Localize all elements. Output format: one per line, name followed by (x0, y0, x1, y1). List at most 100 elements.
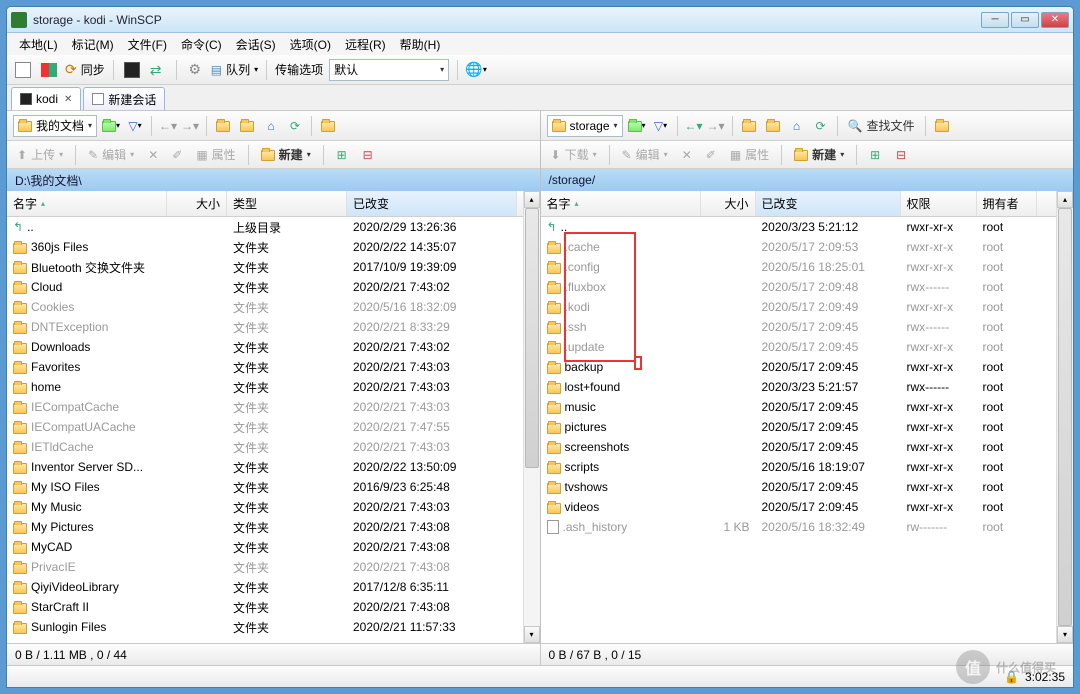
refresh-icon[interactable]: ⟳ (811, 116, 831, 136)
rename-icon[interactable]: ✐ (168, 146, 186, 164)
table-row[interactable]: My Music文件夹2020/2/21 7:43:03 (7, 497, 523, 517)
table-row[interactable]: scripts2020/5/16 18:19:07rwxr-xr-xroot (541, 457, 1057, 477)
col-owner[interactable]: 拥有者 (977, 191, 1037, 216)
menu-cmd[interactable]: 命令(C) (175, 34, 228, 55)
col-changed[interactable]: 已改变 (347, 191, 517, 216)
menu-help[interactable]: 帮助(H) (394, 34, 447, 55)
open-folder-icon[interactable]: ▾ (101, 116, 121, 136)
table-row[interactable]: IETldCache文件夹2020/2/21 7:43:03 (7, 437, 523, 457)
parent-folder-icon[interactable] (739, 116, 759, 136)
local-drive-dropdown[interactable]: 我的文档▾ (13, 115, 97, 137)
menu-mark[interactable]: 标记(M) (66, 34, 120, 55)
filter-icon[interactable]: ▽▾ (651, 116, 671, 136)
edit-button[interactable]: ✎编辑▾ (84, 144, 138, 165)
delete-icon[interactable]: ✕ (144, 146, 162, 164)
scroll-up-icon[interactable]: ▴ (524, 191, 540, 208)
transfer-dropdown[interactable]: 默认▾ (329, 59, 449, 81)
nav-back-icon[interactable]: ←▾ (684, 116, 704, 136)
table-row[interactable]: .update2020/5/17 2:09:45rwxr-xr-xroot (541, 337, 1057, 357)
local-file-list[interactable]: 名字▴ 大小 类型 已改变 ↰..上级目录2020/2/29 13:26:363… (7, 191, 523, 643)
sync-browse-icon[interactable]: ⇄ (148, 60, 168, 80)
table-row[interactable]: .ash_history1 KB2020/5/16 18:32:49rw----… (541, 517, 1057, 537)
settings-icon[interactable]: ⚙ (185, 60, 205, 80)
table-row[interactable]: .cache2020/5/17 2:09:53rwxr-xr-xroot (541, 237, 1057, 257)
table-row[interactable]: DNTException文件夹2020/2/21 8:33:29 (7, 317, 523, 337)
table-row[interactable]: IECompatCache文件夹2020/2/21 7:43:03 (7, 397, 523, 417)
table-row[interactable]: Inventor Server SD...文件夹2020/2/22 13:50:… (7, 457, 523, 477)
bookmark-icon[interactable] (318, 116, 338, 136)
table-row[interactable]: tvshows2020/5/17 2:09:45rwxr-xr-xroot (541, 477, 1057, 497)
home-icon[interactable]: ⌂ (261, 116, 281, 136)
local-path[interactable]: D:\我的文档\ (7, 169, 540, 191)
props-button[interactable]: ▦属性 (192, 144, 239, 165)
col-rights[interactable]: 权限 (901, 191, 977, 216)
upload-button[interactable]: ⬆上传▾ (13, 144, 67, 165)
nav-fwd-icon[interactable]: →▾ (706, 116, 726, 136)
table-row[interactable]: Downloads文件夹2020/2/21 7:43:02 (7, 337, 523, 357)
menu-session[interactable]: 会话(S) (230, 34, 282, 55)
col-size[interactable]: 大小 (701, 191, 756, 216)
table-row[interactable]: ↰..2020/3/23 5:21:12rwxr-xr-xroot (541, 217, 1057, 237)
table-row[interactable]: PrivacIE文件夹2020/2/21 7:43:08 (7, 557, 523, 577)
scroll-down-icon[interactable]: ▾ (524, 626, 540, 643)
new-button[interactable]: 新建▾ (790, 144, 848, 165)
table-row[interactable]: Cookies文件夹2020/5/16 18:32:09 (7, 297, 523, 317)
minimize-button[interactable]: ─ (981, 12, 1009, 28)
tab-new-session[interactable]: 新建会话 (83, 87, 165, 110)
menu-file[interactable]: 文件(F) (122, 34, 173, 55)
col-changed[interactable]: 已改变 (756, 191, 901, 216)
scroll-down-icon[interactable]: ▾ (1057, 626, 1073, 643)
home-icon[interactable]: ⌂ (787, 116, 807, 136)
table-row[interactable]: backup2020/5/17 2:09:45rwxr-xr-xroot (541, 357, 1057, 377)
table-row[interactable]: Favorites文件夹2020/2/21 7:43:03 (7, 357, 523, 377)
menu-local[interactable]: 本地(L) (13, 34, 64, 55)
bookmark-icon[interactable] (932, 116, 952, 136)
table-row[interactable]: lost+found2020/3/23 5:21:57rwx------root (541, 377, 1057, 397)
find-button[interactable]: 🔍查找文件 (844, 115, 919, 136)
close-tab-icon[interactable]: ✕ (64, 94, 72, 105)
col-name[interactable]: 名字▴ (7, 191, 167, 216)
collapse-minus-icon[interactable]: ⊟ (358, 145, 378, 165)
local-scrollbar[interactable]: ▴ ▾ (523, 191, 540, 643)
table-row[interactable]: IECompatUACache文件夹2020/2/21 7:47:55 (7, 417, 523, 437)
table-row[interactable]: StarCraft II文件夹2020/2/21 7:43:08 (7, 597, 523, 617)
table-row[interactable]: screenshots2020/5/17 2:09:45rwxr-xr-xroo… (541, 437, 1057, 457)
titlebar[interactable]: storage - kodi - WinSCP ─ ▭ ✕ (7, 7, 1073, 33)
compare-icon[interactable] (39, 60, 59, 80)
download-button[interactable]: ⬇下载▾ (547, 144, 601, 165)
table-row[interactable]: Bluetooth 交换文件夹文件夹2017/10/9 19:39:09 (7, 257, 523, 277)
table-row[interactable]: .config2020/5/16 18:25:01rwxr-xr-xroot (541, 257, 1057, 277)
remote-drive-dropdown[interactable]: storage▾ (547, 115, 623, 137)
parent-folder-icon[interactable] (213, 116, 233, 136)
refresh-icon[interactable]: ⟳ (285, 116, 305, 136)
delete-icon[interactable]: ✕ (678, 146, 696, 164)
tab-kodi[interactable]: kodi✕ (11, 87, 81, 110)
root-folder-icon[interactable] (237, 116, 257, 136)
terminal-icon[interactable] (122, 60, 142, 80)
remote-file-list[interactable]: 名字▴ 大小 已改变 权限 拥有者 ↰..2020/3/23 5:21:12rw… (541, 191, 1057, 643)
scroll-up-icon[interactable]: ▴ (1057, 191, 1073, 208)
table-row[interactable]: QiyiVideoLibrary文件夹2017/12/8 6:35:11 (7, 577, 523, 597)
table-row[interactable]: .fluxbox2020/5/17 2:09:48rwx------root (541, 277, 1057, 297)
expand-plus-icon[interactable]: ⊞ (865, 145, 885, 165)
table-row[interactable]: .ssh2020/5/17 2:09:45rwx------root (541, 317, 1057, 337)
sync-button[interactable]: ⟳同步 (65, 61, 105, 78)
table-row[interactable]: MyCAD文件夹2020/2/21 7:43:08 (7, 537, 523, 557)
menu-remote[interactable]: 远程(R) (339, 34, 392, 55)
edit-button[interactable]: ✎编辑▾ (618, 144, 672, 165)
nav-back-icon[interactable]: ←▾ (158, 116, 178, 136)
table-row[interactable]: Cloud文件夹2020/2/21 7:43:02 (7, 277, 523, 297)
props-button[interactable]: ▦属性 (726, 144, 773, 165)
menu-opts[interactable]: 选项(O) (284, 34, 337, 55)
close-button[interactable]: ✕ (1041, 12, 1069, 28)
queue-button[interactable]: ▤队列 ▾ (211, 61, 258, 78)
expand-plus-icon[interactable]: ⊞ (332, 145, 352, 165)
table-row[interactable]: Sunlogin Files文件夹2020/2/21 11:57:33 (7, 617, 523, 637)
col-name[interactable]: 名字▴ (541, 191, 701, 216)
table-row[interactable]: 360js Files文件夹2020/2/22 14:35:07 (7, 237, 523, 257)
table-row[interactable]: music2020/5/17 2:09:45rwxr-xr-xroot (541, 397, 1057, 417)
col-size[interactable]: 大小 (167, 191, 227, 216)
table-row[interactable]: ↰..上级目录2020/2/29 13:26:36 (7, 217, 523, 237)
new-button[interactable]: 新建▾ (257, 144, 315, 165)
table-row[interactable]: .kodi2020/5/17 2:09:49rwxr-xr-xroot (541, 297, 1057, 317)
